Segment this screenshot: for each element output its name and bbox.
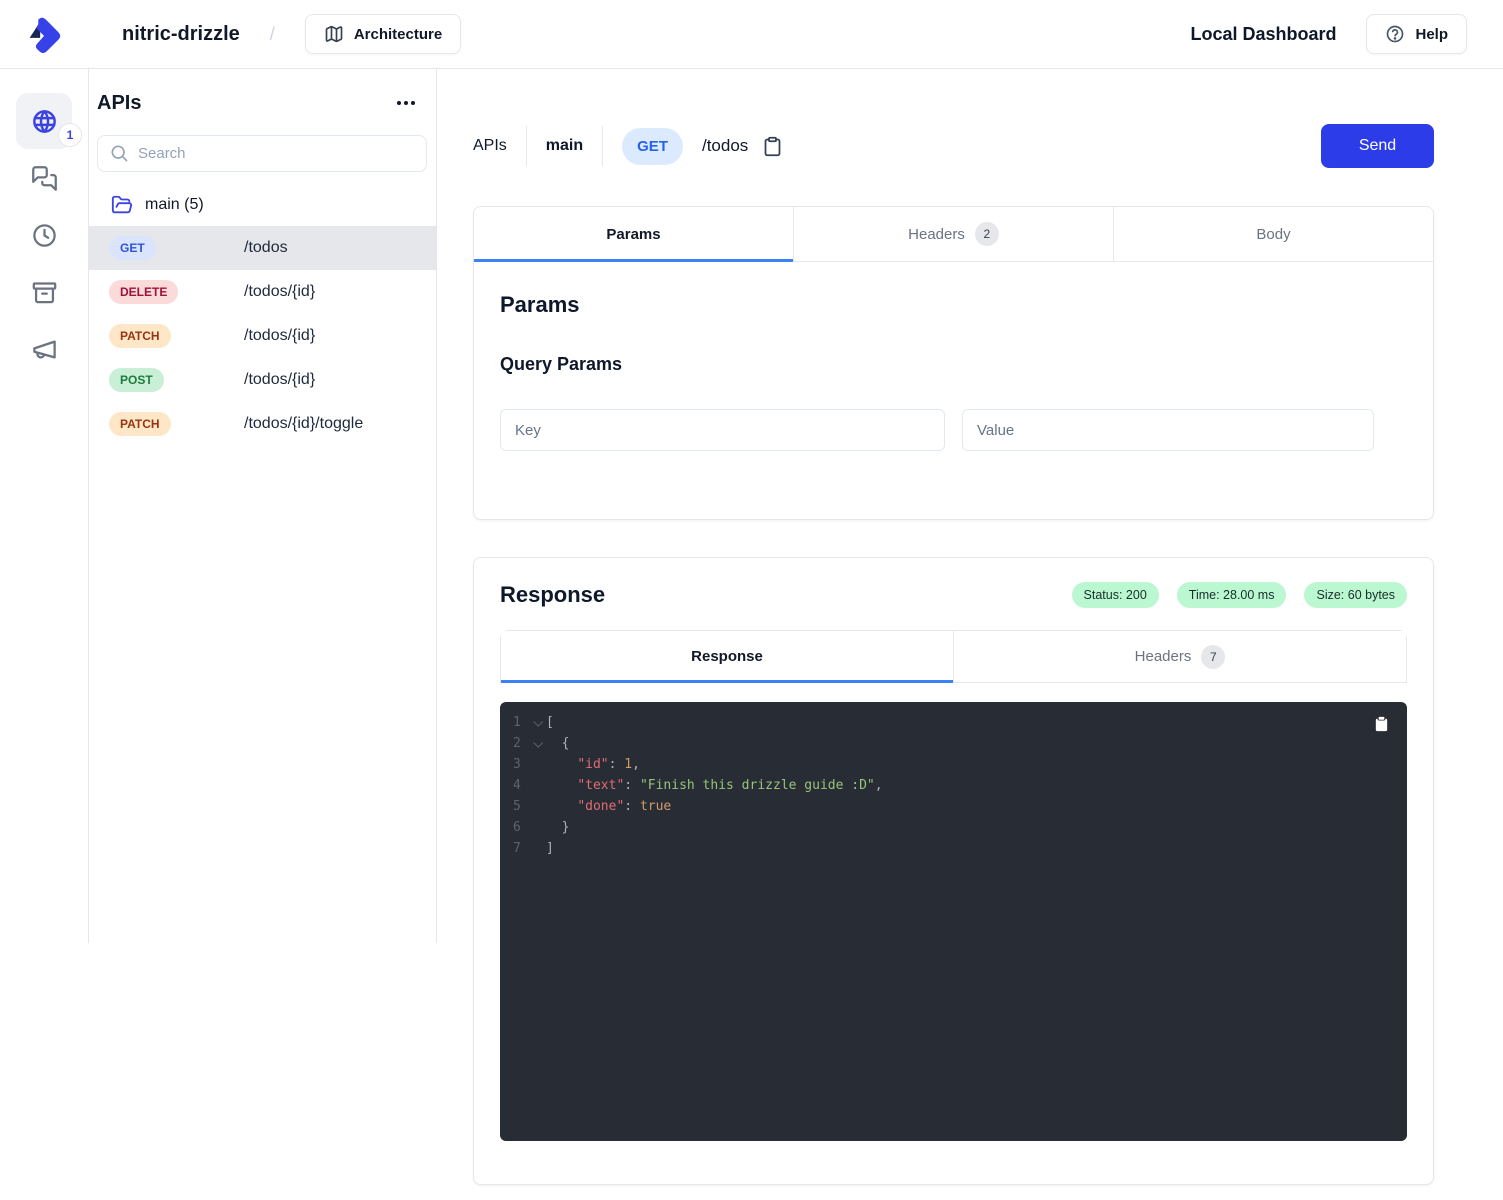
icon-rail: 1 [0, 69, 88, 1200]
tab-headers[interactable]: Headers 2 [793, 207, 1113, 261]
method-badge: DELETE [109, 280, 178, 304]
main-content: APIs main GET /todos Send Params Heade [437, 69, 1503, 1200]
breadcrumb-api-name[interactable]: main [546, 137, 583, 155]
request-method-badge: GET [622, 128, 683, 165]
help-button[interactable]: Help [1366, 14, 1467, 54]
tab-response-headers[interactable]: Headers 7 [953, 631, 1406, 682]
sidebar-menu-button[interactable] [394, 91, 418, 115]
tab-response-body[interactable]: Response [501, 631, 953, 682]
chat-icon [31, 165, 58, 192]
headers-count-badge: 2 [975, 222, 999, 246]
help-label: Help [1415, 26, 1448, 43]
request-card: Params Headers 2 Body Params Query Param… [473, 206, 1434, 520]
response-card: Response Status: 200 Time: 28.00 ms Size… [473, 557, 1434, 1185]
copy-path-button[interactable] [762, 136, 783, 157]
help-circle-icon [1385, 24, 1405, 44]
params-title: Params [500, 292, 1407, 318]
size-badge: Size: 60 bytes [1304, 582, 1407, 608]
method-badge: PATCH [109, 324, 171, 348]
title-separator: / [270, 24, 275, 45]
endpoint-path: /todos [244, 239, 288, 257]
architecture-button[interactable]: Architecture [305, 14, 461, 54]
folder-label: main (5) [145, 196, 204, 214]
method-badge: GET [109, 236, 156, 260]
endpoint-path: /todos/{id} [244, 327, 315, 345]
megaphone-icon [31, 336, 58, 363]
request-path: /todos [702, 136, 748, 156]
editor-lines: 1[2 {3 "id": 1,4 "text": "Finish this dr… [500, 712, 1407, 859]
search-input[interactable] [97, 135, 427, 172]
endpoint-row[interactable]: GET /todos [89, 226, 436, 270]
local-dashboard-label: Local Dashboard [1190, 24, 1336, 45]
top-bar: nitric-drizzle / Architecture Local Dash… [0, 0, 1503, 69]
breadcrumb-divider [526, 126, 527, 166]
status-badge: Status: 200 [1072, 582, 1159, 608]
endpoint-path: /todos/{id} [244, 371, 315, 389]
breadcrumb-apis[interactable]: APIs [473, 137, 507, 155]
breadcrumb-divider [602, 126, 603, 166]
api-folder-main[interactable]: main (5) [89, 184, 436, 226]
architecture-label: Architecture [354, 26, 442, 43]
method-badge: PATCH [109, 412, 171, 436]
project-title: nitric-drizzle [122, 23, 240, 46]
query-params-title: Query Params [500, 354, 1407, 375]
endpoint-row[interactable]: PATCH /todos/{id} [89, 314, 436, 358]
rail-item-topics[interactable] [16, 321, 72, 377]
apis-sidebar: APIs main (5) GET /todos DELETE [88, 69, 437, 943]
folder-open-icon [111, 194, 133, 216]
clipboard-filled-icon [1373, 715, 1390, 733]
rail-item-websockets[interactable] [16, 150, 72, 206]
rail-item-schedules[interactable] [16, 207, 72, 263]
endpoint-path: /todos/{id} [244, 283, 315, 301]
archive-icon [31, 279, 58, 306]
tab-params[interactable]: Params [474, 207, 793, 261]
clipboard-icon [762, 136, 783, 157]
send-button[interactable]: Send [1321, 124, 1434, 168]
endpoint-path: /todos/{id}/toggle [244, 415, 363, 433]
rail-item-storage[interactable] [16, 264, 72, 320]
response-title: Response [500, 582, 605, 608]
copy-response-button[interactable] [1373, 715, 1390, 733]
clock-icon [31, 222, 58, 249]
param-value-input[interactable] [962, 409, 1374, 451]
response-meta: Status: 200 Time: 28.00 ms Size: 60 byte… [1072, 582, 1407, 608]
request-tabs: Params Headers 2 Body [474, 207, 1433, 262]
endpoint-row[interactable]: DELETE /todos/{id} [89, 270, 436, 314]
globe-icon [31, 108, 58, 135]
method-badge: POST [109, 368, 164, 392]
nitric-logo-icon [23, 13, 65, 55]
param-key-input[interactable] [500, 409, 945, 451]
nitric-logo[interactable] [0, 13, 88, 55]
time-badge: Time: 28.00 ms [1177, 582, 1287, 608]
tab-body[interactable]: Body [1113, 207, 1433, 261]
sidebar-title: APIs [97, 92, 141, 115]
response-headers-count-badge: 7 [1201, 645, 1225, 669]
search-icon [109, 143, 129, 163]
apis-count-badge: 1 [58, 123, 82, 147]
map-icon [324, 24, 344, 44]
request-bar: APIs main GET /todos Send [473, 124, 1434, 168]
rail-item-apis[interactable]: 1 [16, 93, 72, 149]
endpoint-list: GET /todos DELETE /todos/{id} PATCH /tod… [89, 226, 436, 446]
endpoint-row[interactable]: POST /todos/{id} [89, 358, 436, 402]
endpoint-row[interactable]: PATCH /todos/{id}/toggle [89, 402, 436, 446]
response-editor[interactable]: 1[2 {3 "id": 1,4 "text": "Finish this dr… [500, 702, 1407, 1141]
ellipsis-icon [394, 91, 418, 115]
response-tabs: Response Headers 7 [500, 630, 1407, 683]
